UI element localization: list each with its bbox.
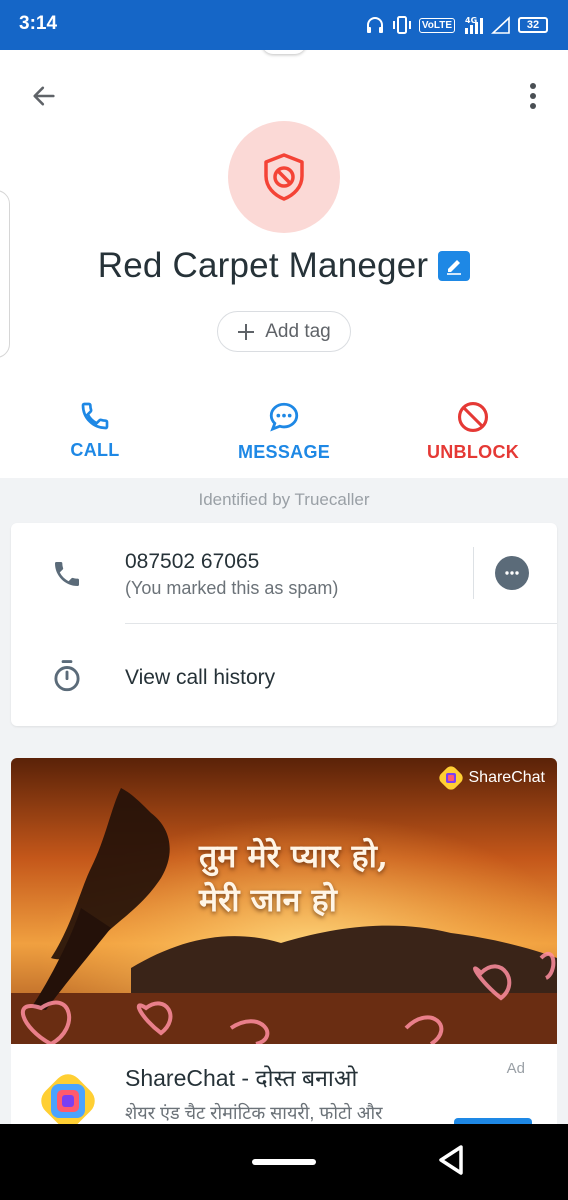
- ad-label: Ad: [506, 1060, 525, 1077]
- identified-by-label: Identified by Truecaller: [198, 490, 370, 509]
- arrow-left-icon: [33, 86, 55, 106]
- contact-name: Red Carpet Maneger: [97, 246, 429, 285]
- message-label: MESSAGE: [237, 442, 331, 462]
- pull-indicator: [262, 50, 306, 54]
- ad-brand: ShareChat: [438, 766, 546, 790]
- sharechat-logo-icon: [438, 766, 463, 790]
- spam-note: (You marked this as spam): [125, 578, 339, 598]
- ad-title: ShareChat - दोस्त बनाओ: [125, 1065, 358, 1091]
- name-row: Red Carpet Maneger: [0, 246, 568, 286]
- status-bar: 3:14 VoLTE 4G 32: [0, 0, 568, 50]
- chat-bubble-icon: [505, 571, 519, 575]
- phone-icon: [55, 562, 79, 586]
- avatar: [228, 121, 340, 233]
- ad-headline-line1: तुम मेरे प्यार हो,: [199, 837, 389, 875]
- volte-label: VoLTE: [418, 17, 455, 33]
- headphones-icon: [366, 17, 383, 33]
- contact-header: Red Carpet Maneger Add tag CALL MESSAGE …: [0, 50, 568, 478]
- signal-empty-icon: [491, 16, 510, 34]
- unblock-label: UNBLOCK: [426, 442, 520, 462]
- plus-icon: [238, 323, 255, 340]
- nav-back-icon[interactable]: [436, 1143, 466, 1177]
- ad-brand-label: ShareChat: [468, 769, 546, 786]
- divider: [125, 623, 557, 624]
- signal-icon: 4G: [465, 16, 483, 34]
- ad-card[interactable]: ShareChat तुम मेरे प्यार हो, मेरी जान हो…: [11, 758, 557, 1138]
- ad-headline-line2: मेरी जान हो: [199, 881, 337, 919]
- ad-headline: तुम मेरे प्यार हो, मेरी जान हो: [199, 834, 388, 922]
- status-time: 3:14: [19, 13, 58, 34]
- vibrate-icon: [392, 16, 411, 34]
- shield-block-icon: [264, 153, 304, 201]
- status-icons: VoLTE 4G 32: [365, 13, 548, 37]
- chat-bubble-icon: [269, 402, 299, 432]
- unblock-button[interactable]: UNBLOCK: [403, 400, 543, 463]
- more-vertical-icon: [530, 83, 536, 109]
- call-button[interactable]: CALL: [25, 400, 165, 461]
- number-card: 087502 67065 (You marked this as spam) V…: [11, 523, 557, 726]
- block-icon: [457, 401, 489, 433]
- navigation-bar: [0, 1124, 568, 1200]
- home-gesture-bar[interactable]: [252, 1159, 316, 1165]
- divider: [473, 547, 474, 599]
- send-message-button[interactable]: [495, 556, 529, 590]
- phone-number[interactable]: 087502 67065: [125, 550, 259, 574]
- ad-description: शेयर एंड चैट रोमांटिक सायरी, फोटो और: [125, 1103, 383, 1123]
- view-call-history-link[interactable]: View call history: [125, 666, 275, 690]
- add-tag-label: Add tag: [265, 320, 331, 342]
- battery-icon: 32: [518, 17, 548, 33]
- call-label: CALL: [70, 440, 120, 460]
- action-bar: CALL MESSAGE UNBLOCK: [0, 400, 568, 470]
- edit-name-button[interactable]: [438, 251, 471, 281]
- timer-icon: [54, 660, 80, 692]
- phone-icon: [81, 402, 109, 430]
- more-options-button[interactable]: [518, 78, 548, 114]
- back-button[interactable]: [26, 78, 62, 114]
- message-button[interactable]: MESSAGE: [214, 400, 354, 463]
- pencil-icon: [447, 260, 462, 275]
- add-tag-button[interactable]: Add tag: [217, 311, 351, 352]
